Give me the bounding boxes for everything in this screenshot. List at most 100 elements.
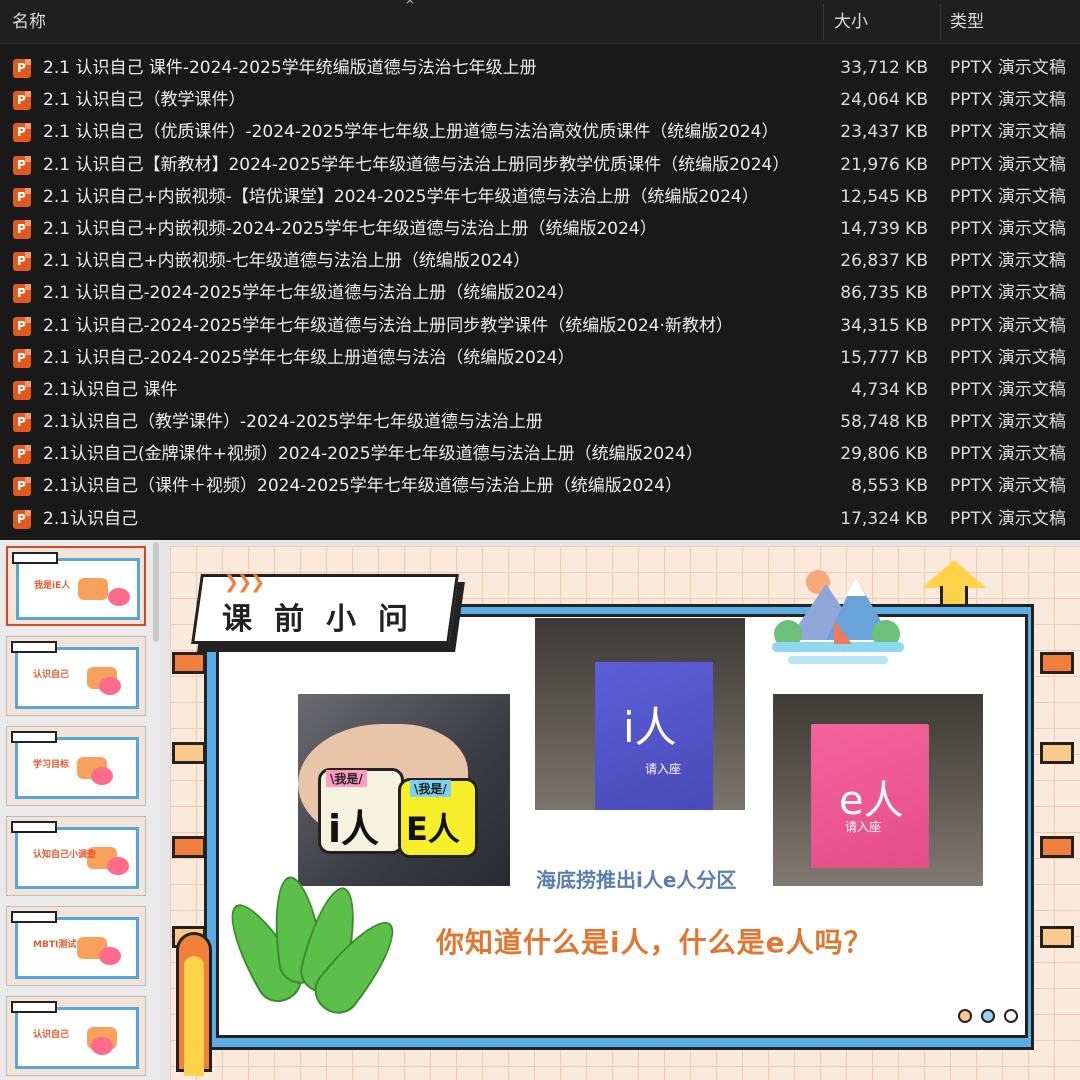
pagination-dots: [958, 1008, 1022, 1027]
pptx-file-icon: [13, 252, 31, 272]
badge-e-text: E人: [406, 810, 460, 848]
slide-title: 课前小问: [222, 602, 430, 637]
frame-tab-decoration: [172, 742, 206, 764]
thumbnail-scrollbar[interactable]: [153, 542, 159, 642]
sort-ascending-icon[interactable]: ^: [405, 0, 415, 12]
frame-tab-decoration: [1040, 742, 1074, 764]
file-name: 2.1认识自己(金牌课件+视频）2024-2025学年七年级道德与法治上册（统编…: [43, 444, 703, 465]
badge-e-tag: \我是/: [410, 780, 451, 797]
file-row[interactable]: 2.1认识自己 17,324 KB PPTX 演示文稿: [0, 503, 1080, 535]
dot-icon: [981, 1009, 996, 1023]
file-type: PPTX 演示文稿: [950, 122, 1066, 143]
file-size: 58,748 KB: [840, 412, 928, 433]
screenshot-root: ^ 名称 大小 类型 2.1 认识自己 课件-2024-2025学年统编版道德与…: [0, 0, 1080, 1080]
file-name: 2.1认识自己: [43, 508, 139, 529]
powerpoint-window: 我是iE人 认识自己 学习目标 认知自己小调查 MBTI测试 认识自己 ❯❯❯ 课前小问: [0, 540, 1080, 1080]
slide-thumbnail[interactable]: 学习目标: [6, 726, 146, 806]
file-row[interactable]: 2.1 认识自己-2024-2025学年七年级上册道德与法治（统编版2024） 1…: [0, 342, 1080, 374]
thumbnail-label: 学习目标: [33, 760, 70, 770]
pipe-inner-decoration: [184, 956, 204, 1076]
file-explorer: ^ 名称 大小 类型 2.1 认识自己 课件-2024-2025学年统编版道德与…: [0, 0, 1080, 540]
thumbnail-title-box: [11, 1001, 57, 1013]
file-type: PPTX 演示文稿: [950, 283, 1066, 304]
slide-thumbnail[interactable]: 我是iE人: [6, 546, 146, 626]
thumbnail-label: 认识自己: [33, 670, 70, 680]
dot-icon: [958, 1009, 972, 1023]
pptx-file-icon: [13, 219, 31, 239]
thumbnail-label: 认知自己小调查: [33, 850, 97, 860]
photo-e-person-sign: e人 请入座: [773, 694, 983, 886]
thumbnail-shape: [91, 767, 113, 785]
file-name: 2.1 认识自己-2024-2025学年七年级道德与法治上册（统编版2024）: [43, 283, 575, 304]
file-name: 2.1 认识自己-2024-2025学年七年级上册道德与法治（统编版2024）: [43, 347, 575, 368]
slide-thumbnail[interactable]: 认识自己: [6, 636, 146, 716]
pptx-file-icon: [13, 187, 31, 207]
pptx-file-icon: [13, 509, 31, 529]
file-type: PPTX 演示文稿: [950, 315, 1066, 336]
pptx-file-icon: [13, 445, 31, 465]
column-header-size[interactable]: 大小: [834, 0, 868, 44]
file-row[interactable]: 2.1 认识自己（优质课件）-2024-2025学年七年级上册道德与法治高效优质…: [0, 116, 1080, 148]
thumbnail-title-box: [11, 821, 57, 833]
column-divider[interactable]: [823, 4, 824, 40]
file-row[interactable]: 2.1 认识自己【新教材】2024-2025学年七年级道德与法治上册同步教学优质…: [0, 149, 1080, 181]
slide-canvas[interactable]: ❯❯❯ 课前小问 \我是/ \我是/ i人 E人 i人 请入座 e人 请入座 海…: [170, 546, 1080, 1080]
file-row[interactable]: 2.1认识自己(金牌课件+视频）2024-2025学年七年级道德与法治上册（统编…: [0, 438, 1080, 470]
file-name: 2.1 认识自己（教学课件）: [43, 90, 246, 111]
file-size: 23,437 KB: [840, 122, 928, 143]
photo-i-person-sign: i人 请入座: [535, 618, 745, 810]
file-size: 15,777 KB: [840, 347, 928, 368]
file-type: PPTX 演示文稿: [950, 186, 1066, 207]
file-type: PPTX 演示文稿: [950, 58, 1066, 78]
file-row[interactable]: 2.1认识自己（教学课件）-2024-2025学年七年级道德与法治上册 58,74…: [0, 406, 1080, 438]
pptx-file-icon: [13, 155, 31, 175]
slide-thumbnail[interactable]: 认识自己: [6, 996, 146, 1076]
pptx-file-icon: [13, 316, 31, 336]
file-row[interactable]: 2.1 认识自己-2024-2025学年七年级道德与法治上册（统编版2024） 8…: [0, 277, 1080, 309]
file-size: 4,734 KB: [851, 379, 928, 400]
slide-thumbnail-pane: 我是iE人 认识自己 学习目标 认知自己小调查 MBTI测试 认识自己: [0, 540, 160, 1080]
chevrons-icon: ❯❯❯: [224, 572, 265, 593]
pptx-file-icon: [13, 477, 31, 497]
file-name: 2.1 认识自己+内嵌视频-2024-2025学年七年级道德与法治上册（统编版2…: [43, 218, 657, 239]
file-type: PPTX 演示文稿: [950, 218, 1066, 239]
file-row[interactable]: 2.1 认识自己+内嵌视频-七年级道德与法治上册（统编版2024） 26,837 …: [0, 245, 1080, 277]
file-row[interactable]: 2.1 认识自己-2024-2025学年七年级道德与法治上册同步教学课件（统编版…: [0, 310, 1080, 342]
file-row[interactable]: 2.1 认识自己+内嵌视频-2024-2025学年七年级道德与法治上册（统编版2…: [0, 213, 1080, 245]
column-header-bar: ^ 名称 大小 类型: [0, 0, 1080, 44]
pptx-file-icon: [13, 284, 31, 304]
e-person-sign-subtext: 请入座: [845, 820, 882, 834]
file-size: 8,553 KB: [851, 476, 928, 497]
file-type: PPTX 演示文稿: [950, 476, 1066, 497]
slide-question: 你知道什么是i人，什么是e人吗？: [436, 926, 873, 959]
frame-tab-decoration: [1040, 652, 1074, 674]
file-size: 33,712 KB: [840, 58, 928, 78]
file-row[interactable]: 2.1 认识自己 课件-2024-2025学年统编版道德与法治七年级上册 33,7…: [0, 52, 1080, 84]
file-name: 2.1 认识自己+内嵌视频-【培优课堂】2024-2025学年七年级道德与法治上…: [43, 186, 759, 207]
column-header-type[interactable]: 类型: [950, 0, 984, 44]
file-list: 2.1 认识自己 课件-2024-2025学年统编版道德与法治七年级上册 33,7…: [0, 52, 1080, 535]
slide-thumbnail[interactable]: MBTI测试: [6, 906, 146, 986]
thumbnail-title-box: [11, 731, 57, 743]
frame-tab-decoration: [172, 836, 206, 858]
pptx-file-icon: [13, 380, 31, 400]
thumbnail-label: 我是iE人: [34, 581, 71, 591]
slide-thumbnail[interactable]: 认知自己小调查: [6, 816, 146, 896]
file-row[interactable]: 2.1 认识自己+内嵌视频-【培优课堂】2024-2025学年七年级道德与法治上…: [0, 181, 1080, 213]
frame-tab-decoration: [1040, 926, 1074, 948]
thumbnail-label: 认识自己: [33, 1030, 70, 1040]
file-name: 2.1 认识自己 课件-2024-2025学年统编版道德与法治七年级上册: [43, 58, 537, 78]
thumbnail-shape: [99, 947, 121, 965]
column-header-name[interactable]: 名称: [12, 0, 46, 44]
file-row[interactable]: 2.1认识自己（课件＋视频）2024-2025学年七年级道德与法治上册（统编版2…: [0, 470, 1080, 502]
file-type: PPTX 演示文稿: [950, 412, 1066, 433]
pptx-file-icon: [13, 348, 31, 368]
file-size: 34,315 KB: [840, 315, 928, 336]
column-divider[interactable]: [940, 4, 941, 40]
file-size: 21,976 KB: [840, 154, 928, 175]
thumbnail-shape: [108, 588, 130, 606]
file-row[interactable]: 2.1认识自己 课件 4,734 KB PPTX 演示文稿: [0, 374, 1080, 406]
up-arrow-decoration: [922, 560, 986, 588]
file-name: 2.1 认识自己-2024-2025学年七年级道德与法治上册同步教学课件（统编版…: [43, 315, 733, 336]
file-row[interactable]: 2.1 认识自己（教学课件） 24,064 KB PPTX 演示文稿: [0, 84, 1080, 116]
